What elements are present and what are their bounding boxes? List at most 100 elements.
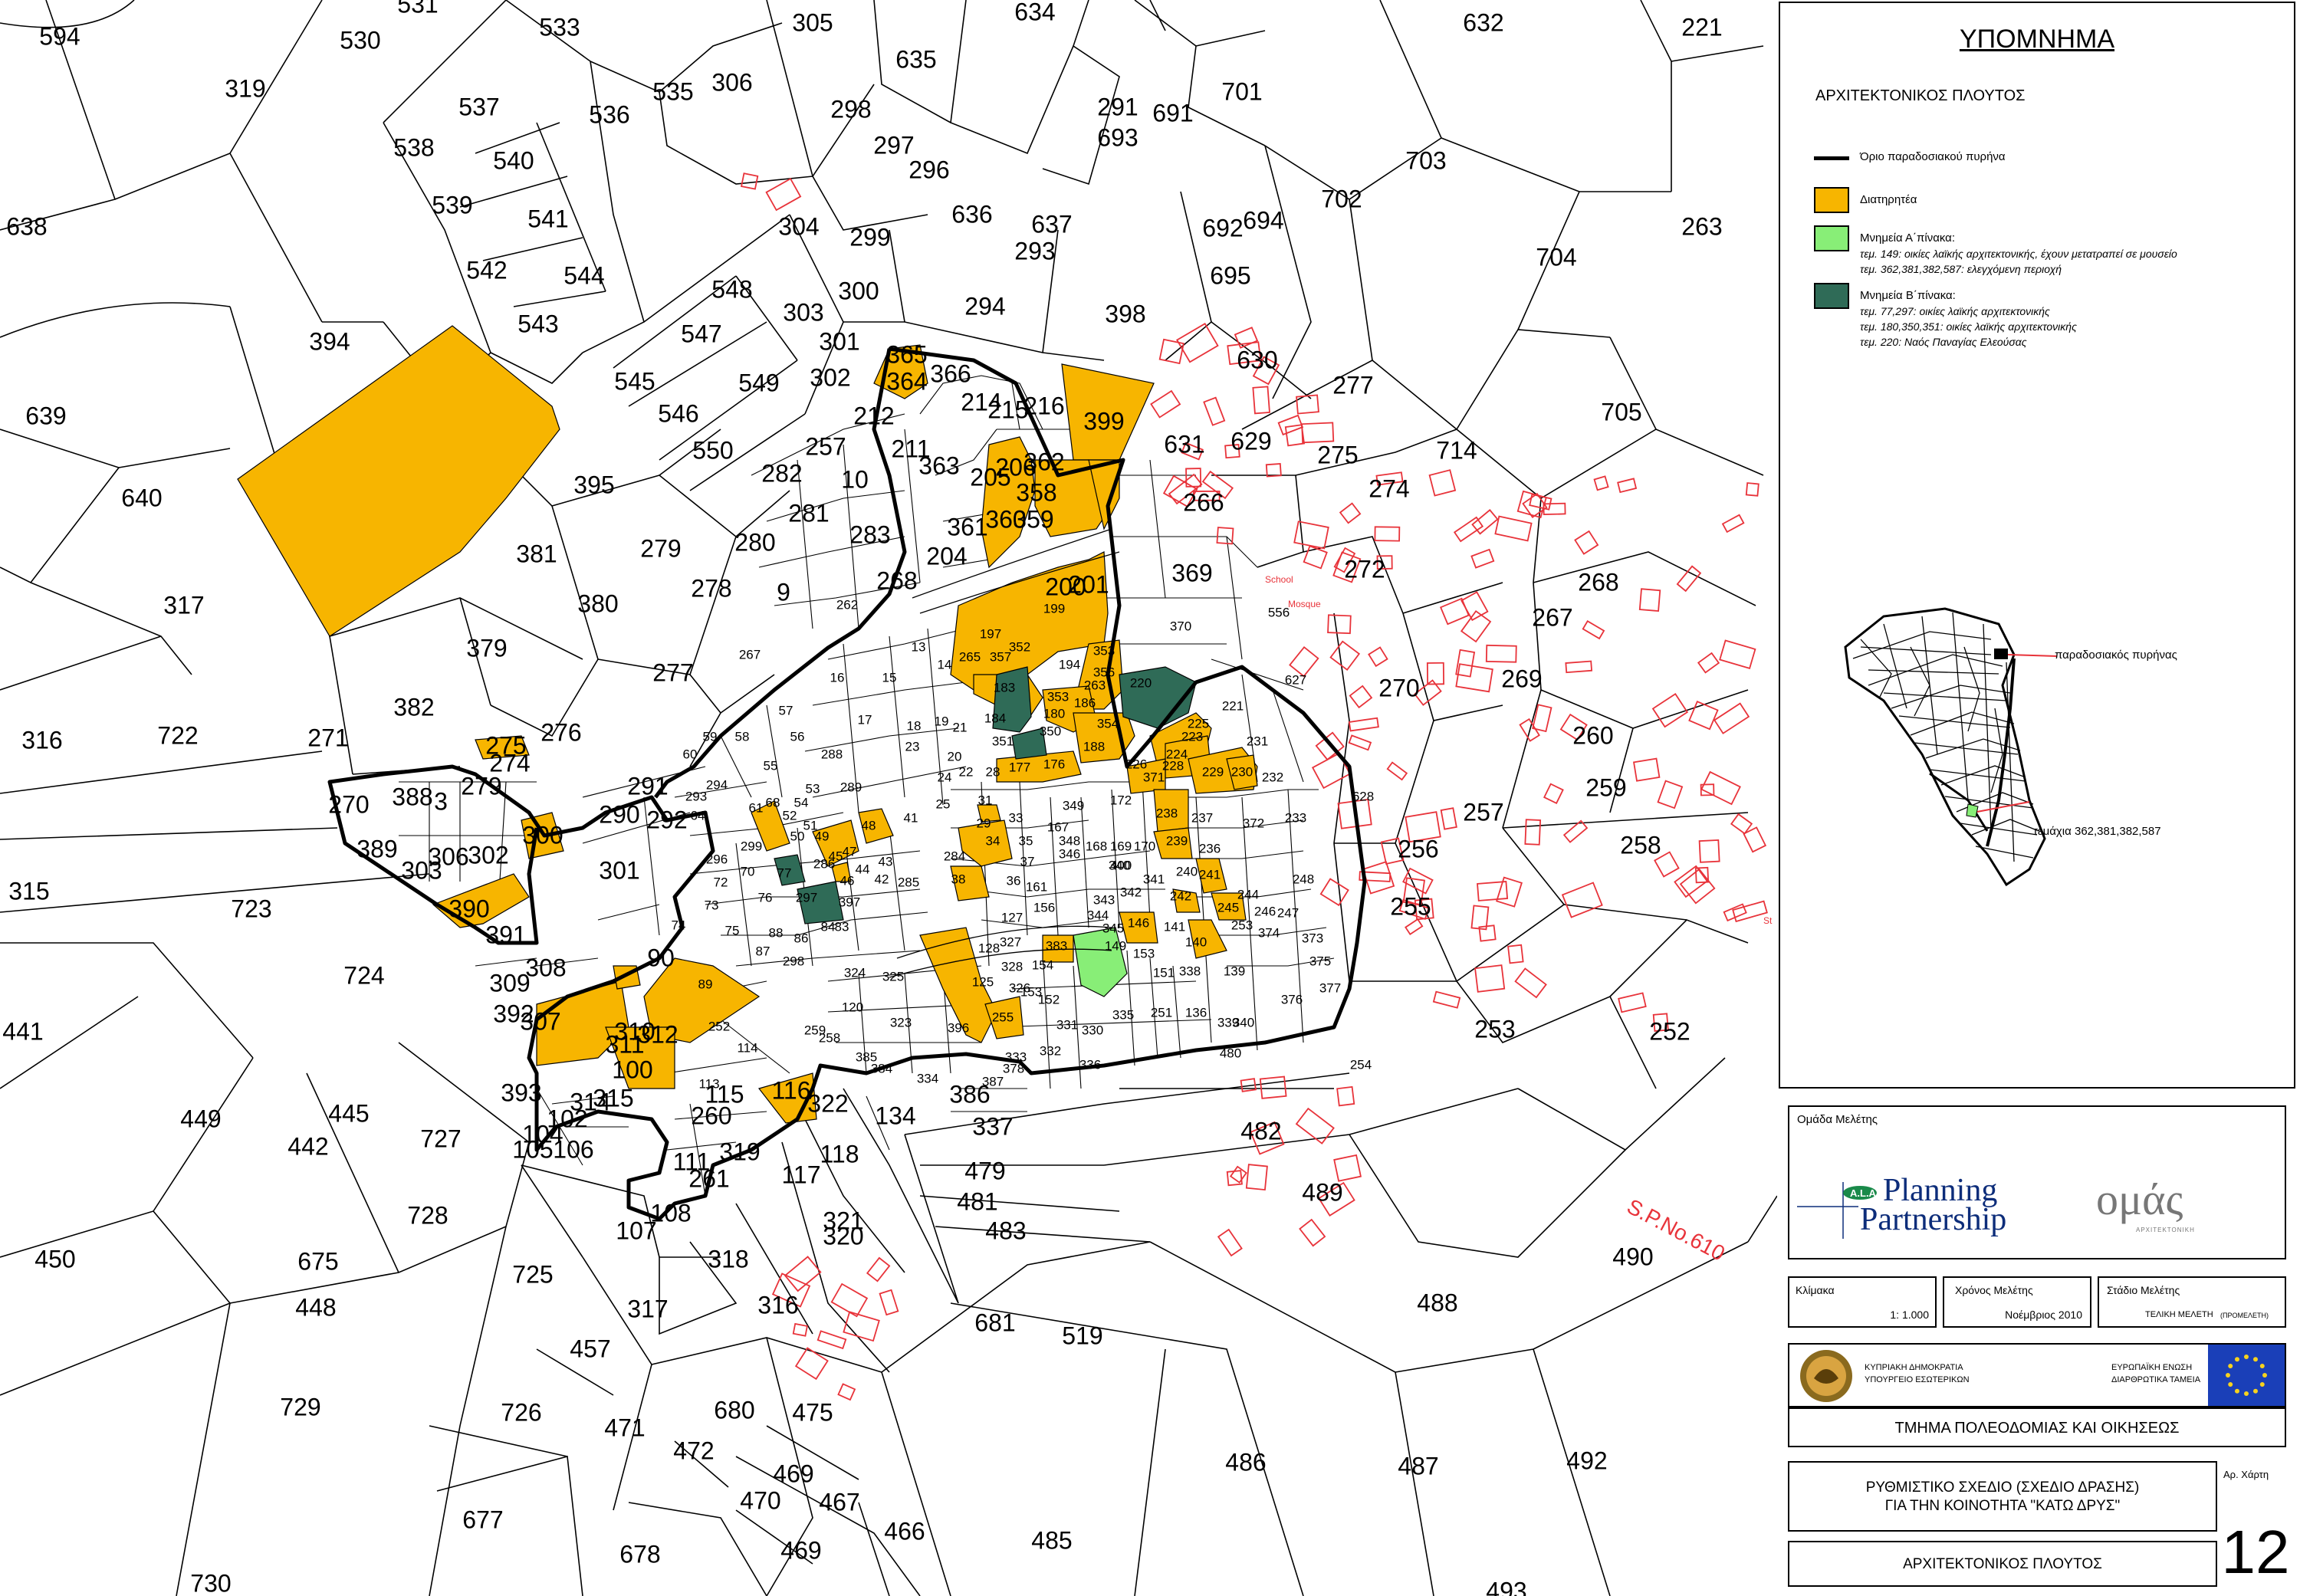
parcel-label: 728 [407,1201,448,1229]
year-value: Νοέμβριος 2010 [2005,1309,2082,1321]
parcel-label: 263 [1681,212,1722,240]
parcel-label: 542 [466,256,507,284]
eu-star [2226,1373,2230,1378]
parcel-label: 58 [735,729,750,744]
parcel-label: 375 [1309,954,1331,968]
parcel-label: 233 [1285,810,1306,825]
parcel-label: 489 [1302,1178,1342,1206]
parcel-label: 293 [685,789,707,803]
cyprus-emblem-icon [1800,1350,1852,1402]
parcel-label: 154 [1032,957,1053,972]
legend-item-core: Όριο παραδοσιακού πυρήνα [1860,150,2006,163]
parcel-label: 252 [708,1019,730,1033]
parcel-label: 350 [1040,724,1061,738]
eu-star [2244,1391,2249,1396]
legend-monument-a-line1: τεμ. 149: οικίες λαϊκής αρχιτεκτονικής, … [1860,248,2177,260]
sheet-title: ΑΡΧΙΤΕΚΤΟΝΙΚΟΣ ΠΛΟΥΤΟΣ [1903,1556,2102,1572]
parcel-label: 370 [1170,619,1191,633]
parcel-label: 282 [761,459,802,487]
parcel-label: 77 [777,865,792,880]
parcel-label: 317 [627,1295,668,1322]
scale-value: 1: 1.000 [1890,1309,1929,1321]
parcel-label: 638 [6,212,47,240]
parcel-label: 277 [652,658,693,686]
parcel-label: 353 [1093,643,1115,658]
plan-title-box: ΡΥΘΜΙΣΤΙΚΟ ΣΧΕΔΙΟ (ΣΧΕΔΙΟ ΔΡΑΣΗΣ) ΓΙΑ ΤΗ… [1788,1461,2217,1532]
omas-logo-text: ομάς [2096,1174,2183,1224]
legend-item-preserved: Διατηρητέα [1860,193,1917,206]
parcel-label: 183 [994,680,1015,695]
parcel-label: 544 [564,261,604,289]
parcel-label: 322 [807,1089,848,1117]
parcel-label: 703 [1405,146,1446,174]
map-number-label: Αρ. Χάρτη [2223,1469,2269,1480]
parcel-label: 278 [691,574,731,602]
parcel-label: 216 [1024,392,1064,419]
parcel-label: 678 [619,1540,660,1568]
parcel-label: 90 [647,944,675,971]
parcel-label: 141 [1164,919,1185,934]
parcel-label: 374 [1258,925,1280,940]
parcel-label: 639 [25,402,66,429]
parcel-label: 180 [1043,706,1065,721]
parcel-label: 301 [599,856,639,884]
st-annotation: St [1763,915,1773,926]
parcel-label: 239 [1166,833,1188,848]
parcel-label: 680 [714,1396,754,1424]
parcel-label: 232 [1262,770,1283,784]
parcel-label: 293 [1014,237,1055,264]
monument-b-swatch [1814,283,1849,309]
parcel-label: 177 [1009,760,1030,774]
parcel-label: 702 [1321,185,1362,212]
parcel-label: 545 [614,367,655,395]
parcel-label: 450 [34,1245,75,1273]
parcel-label: 396 [948,1020,969,1035]
parcel-label: 33 [1009,810,1024,825]
parcel-label: 292 [646,806,687,833]
parcel-label: 231 [1247,734,1268,748]
parcel-label: 35 [1019,833,1033,848]
parcel-label: 88 [769,925,784,940]
parcel-label: 260 [691,1102,731,1129]
map-sheet: 594 530 531 533 305 634 635 632 221 319 536 535 306 5… [0,0,2300,1596]
parcel-label: 114 [737,1040,757,1055]
parcel-label: 188 [1083,739,1105,754]
parcel-label: 118 [820,1140,859,1167]
parcel-label: 628 [1352,789,1374,803]
parcel-label: 248 [1293,872,1314,886]
core-boundary-swatch [1814,156,1849,160]
parcel-label: 336 [1079,1057,1101,1072]
parcel-label: 637 [1031,210,1072,238]
parcel-label: 128 [978,941,1000,955]
parcel-label: 635 [895,45,936,73]
parcel-label: 169 [1110,839,1132,853]
cadastral-map[interactable]: 594 530 531 533 305 634 635 632 221 319 536 535 306 5… [0,0,1777,1596]
parcel-label: 354 [1097,716,1119,731]
parcel-label: 170 [1134,839,1155,853]
parcel-label: 727 [420,1125,461,1152]
parcel-label: 302 [810,363,850,391]
parcel-label: 75 [725,923,740,938]
parcel-label: 255 [1390,892,1431,920]
parcel-label: 84 [821,919,836,934]
parcel-label: 41 [904,810,918,825]
parcel-label: 366 [930,360,971,387]
parcel-label: 238 [1156,806,1178,820]
parcel-label: 316 [757,1291,798,1319]
parcel-label: 550 [692,436,733,464]
parcel-label: 120 [842,1000,863,1014]
parcel-label: 267 [739,647,761,662]
parcel-label: 541 [527,205,568,232]
parcel-label: 161 [1026,879,1047,894]
parcel-label: 14 [938,657,952,672]
parcel-label: 302 [468,841,508,869]
parcel-label: 60 [683,747,698,761]
parcel-label: 337 [972,1112,1013,1140]
parcel-label: 359 [1013,505,1053,533]
parcel-label: 48 [862,818,876,832]
legend-item-monument-b: Μνημεία Β΄πίνακα: [1860,289,1956,302]
parcel-label: 31 [978,793,993,807]
parcel-label: 442 [288,1132,328,1160]
parcel-label: 556 [1268,605,1290,619]
eu-star [2244,1355,2249,1359]
